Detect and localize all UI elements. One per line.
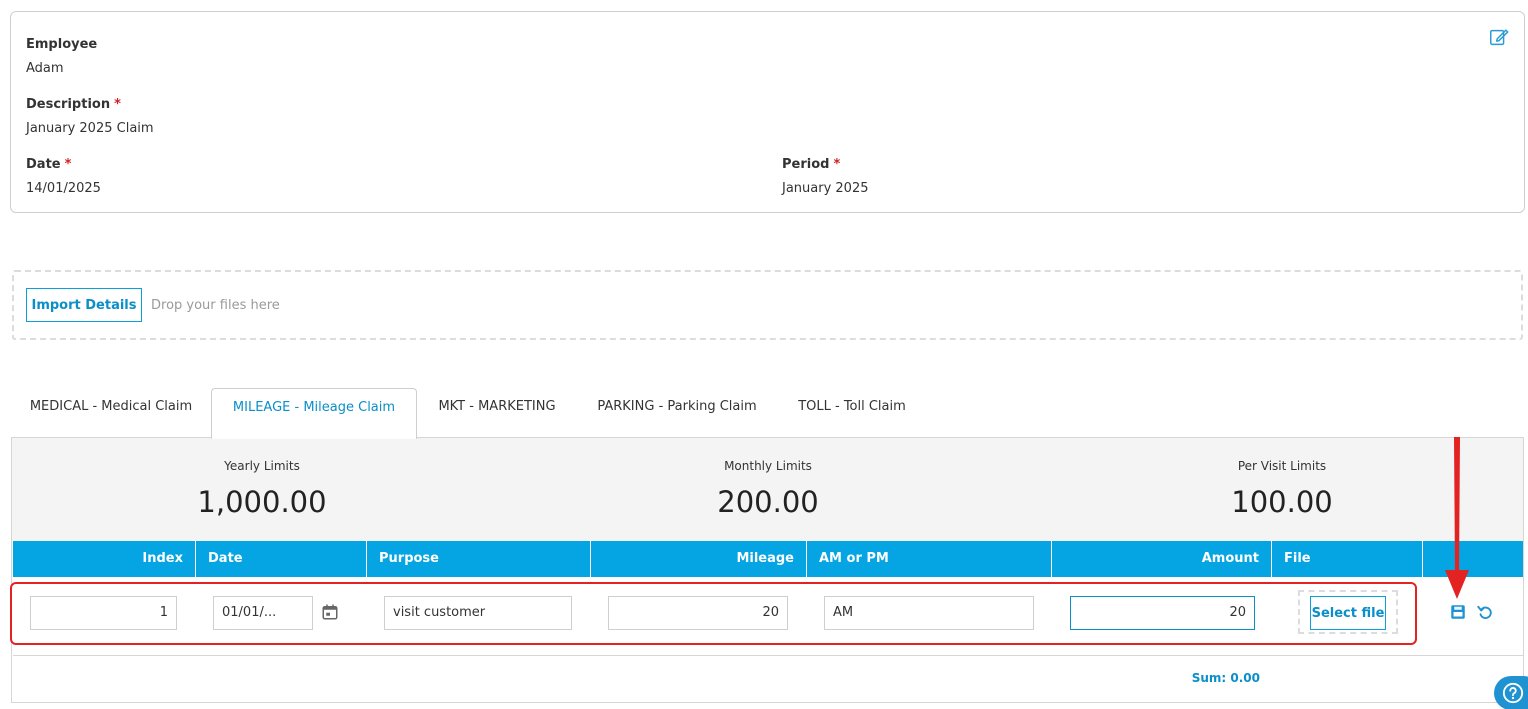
monthly-limit-value: 200.00 [717,485,819,519]
column-header-date: Date [196,541,367,577]
select-file-button[interactable]: Select file [1310,596,1386,630]
column-header-purpose: Purpose [367,541,591,577]
required-marker: * [64,157,72,172]
table-row: 1 01/01/... visit customer 20 AM 20 Sele… [13,577,1523,647]
column-header-am-pm: AM or PM [807,541,1052,577]
undo-icon[interactable] [1476,603,1494,621]
am-pm-input[interactable]: AM [824,596,1034,630]
tab-mileage[interactable]: MILEAGE - Mileage Claim [211,388,417,439]
save-icon[interactable] [1449,603,1467,621]
yearly-limit-value: 1,000.00 [197,485,327,519]
help-button[interactable] [1494,676,1528,709]
sum-total: Sum: 0.00 [1191,671,1260,685]
required-marker: * [114,97,121,112]
tab-medical[interactable]: MEDICAL - Medical Claim [11,388,211,438]
tab-parking[interactable]: PARKING - Parking Claim [577,388,777,438]
column-header-mileage: Mileage [591,541,807,577]
date-input[interactable]: 01/01/... [213,596,313,630]
drop-files-hint: Drop your files here [151,298,280,313]
per-visit-limit-value: 100.00 [1231,485,1333,519]
claim-header-card: Employee Adam Description * January 2025 … [10,11,1525,213]
tab-toll[interactable]: TOLL - Toll Claim [777,388,927,438]
edit-icon[interactable] [1488,26,1510,48]
amount-input[interactable]: 20 [1070,596,1255,630]
column-header-file: File [1272,541,1423,577]
index-input[interactable]: 1 [30,596,177,630]
period-label: Period * [782,157,841,172]
limits-summary: Yearly Limits 1,000.00 Monthly Limits 20… [12,438,1523,541]
help-icon [1502,682,1524,704]
sum-row: Sum: 0.00 [13,655,1523,703]
required-marker: * [833,157,841,172]
table-header: Index Date Purpose Mileage AM or PM Amou… [13,541,1523,577]
period-value: January 2025 [782,181,869,196]
import-details-button[interactable]: Import Details [26,288,142,322]
purpose-input[interactable]: visit customer [384,596,572,630]
date-label: Date * [26,157,72,172]
yearly-limit-label: Yearly Limits [224,459,300,473]
description-value: January 2025 Claim [26,121,154,136]
mileage-claim-panel: Yearly Limits 1,000.00 Monthly Limits 20… [11,437,1524,703]
mileage-input[interactable]: 20 [608,596,788,630]
employee-value: Adam [26,61,64,76]
tab-marketing[interactable]: MKT - MARKETING [417,388,577,438]
per-visit-limit-label: Per Visit Limits [1237,459,1327,473]
monthly-limit-label: Monthly Limits [724,459,812,473]
file-drop-area[interactable]: Select file [1298,590,1398,634]
file-dropzone[interactable]: Import Details Drop your files here [12,270,1523,340]
description-label: Description * [26,97,121,112]
calendar-icon[interactable] [321,603,339,621]
column-header-index: Index [13,541,196,577]
column-header-amount: Amount [1052,541,1272,577]
employee-label: Employee [26,37,98,52]
column-header-actions [1423,541,1523,577]
date-value: 14/01/2025 [26,181,101,196]
